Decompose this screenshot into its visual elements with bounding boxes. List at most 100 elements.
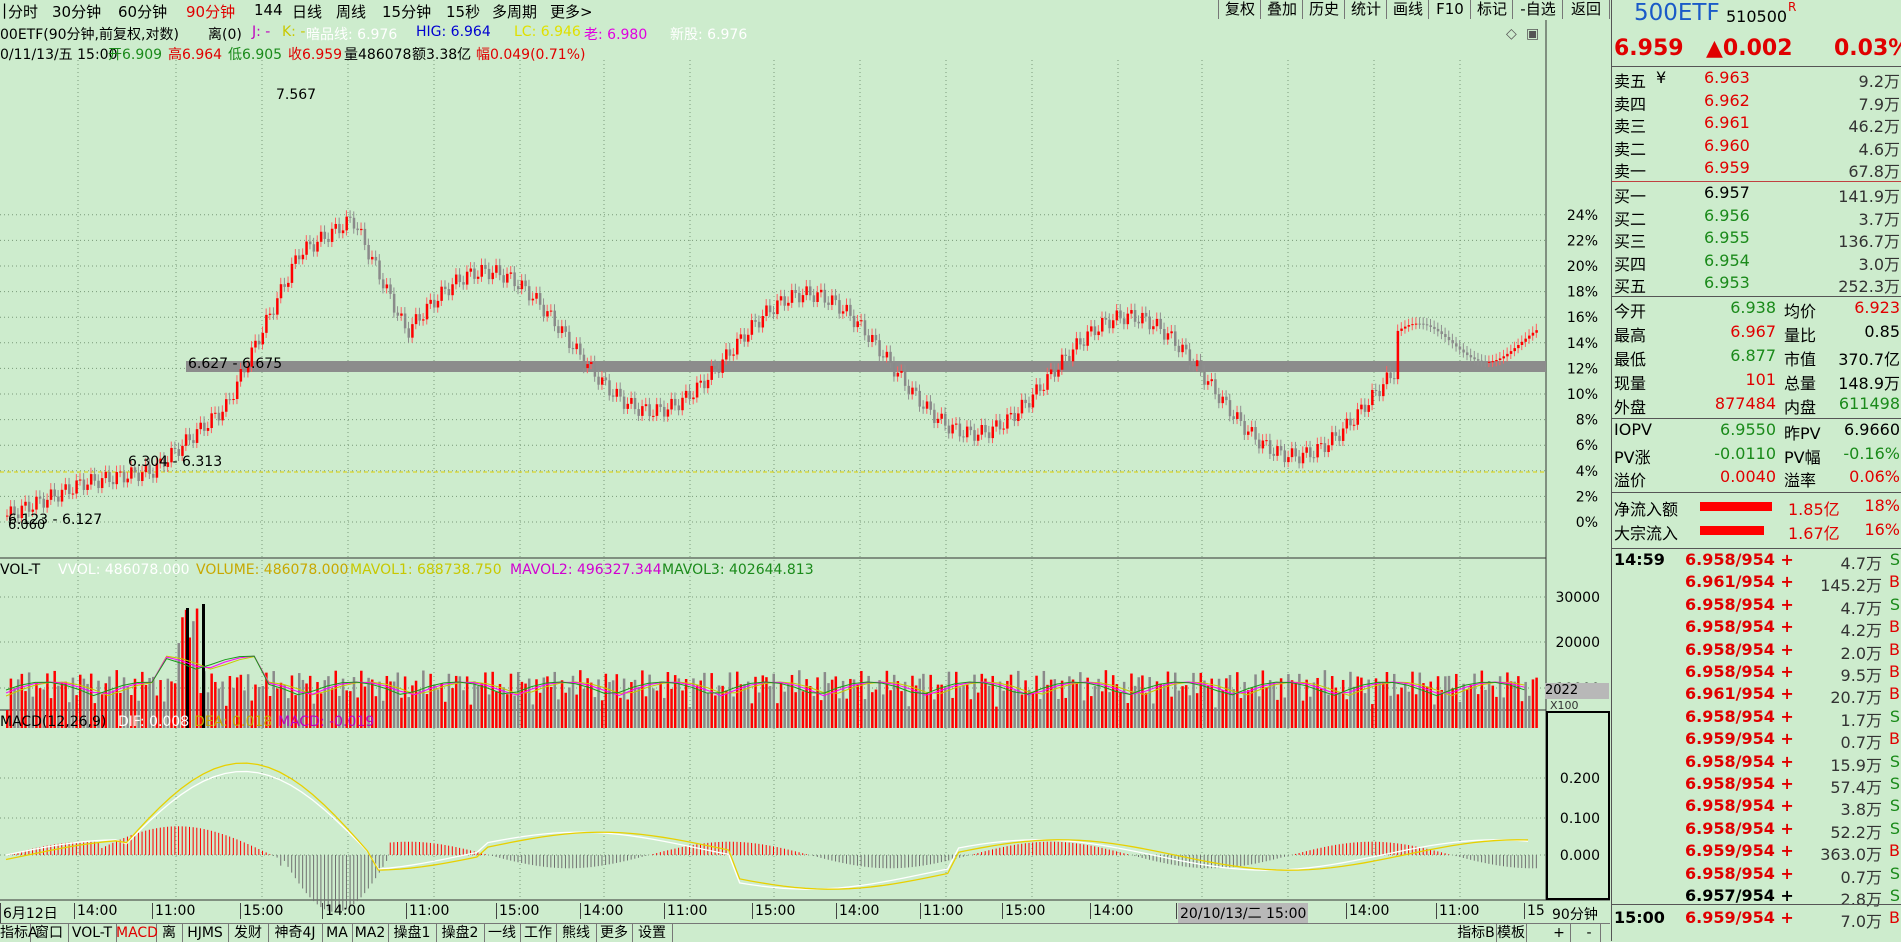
volume-bar	[1006, 680, 1009, 728]
restore-rights-button[interactable]: 复权	[1218, 0, 1261, 19]
indicator-tab[interactable]: 一线	[484, 924, 521, 942]
period-tab-multi[interactable]: 多周期	[492, 1, 537, 22]
indicator-tab[interactable]: 工作	[520, 924, 557, 942]
period-tab-144[interactable]: 144	[254, 1, 283, 19]
template-tab[interactable]: -	[1578, 924, 1601, 942]
volume-bar	[1221, 690, 1224, 728]
kline-body	[1217, 394, 1221, 404]
kline-body	[1294, 448, 1297, 457]
iopv-row: 溢价 0.0040 溢率 0.06%	[1612, 467, 1901, 490]
kline-body	[695, 382, 699, 398]
statistics-button[interactable]: 统计	[1344, 0, 1387, 19]
kline-body	[809, 286, 812, 296]
indicator-tab[interactable]: 操盘1	[388, 924, 437, 942]
template-tab[interactable]: 指标B	[1456, 924, 1497, 942]
back-button[interactable]: 返回	[1562, 0, 1610, 19]
kline-body	[71, 493, 75, 495]
overlay-button[interactable]: 叠加	[1260, 0, 1303, 19]
kline-body	[1498, 358, 1502, 361]
volume-bar	[615, 674, 619, 728]
f10-button[interactable]: F10	[1428, 0, 1471, 19]
volume-bar	[111, 690, 115, 728]
kline-body	[896, 372, 900, 377]
indicator-tab[interactable]: MA	[322, 924, 353, 942]
kline-body	[312, 244, 316, 252]
kline-body	[108, 471, 111, 482]
kline-body	[327, 238, 330, 242]
indicator-tab[interactable]: 指标A	[0, 924, 38, 942]
kline-body	[283, 284, 286, 287]
ask-row: 卖一 6.959 67.8万	[1612, 158, 1901, 181]
period-tab-more[interactable]: 更多>	[550, 1, 593, 22]
tick-side: B	[1889, 729, 1900, 749]
kline-body	[1389, 372, 1392, 379]
period-tab-1min[interactable]: |	[2, 1, 7, 19]
chart-area[interactable]: 00ETF(90分钟,前复权,对数) 离(0) J: - K: - 暗品线: 6…	[0, 20, 1610, 923]
volume-bar	[838, 698, 841, 728]
indicator-tab[interactable]: 熊线	[556, 924, 597, 942]
tick-volume: 363.0万	[1820, 845, 1882, 865]
period-tab-15min[interactable]: 15分钟	[382, 1, 431, 22]
indicator-tab[interactable]: HJMS	[182, 924, 229, 942]
volume-bar	[1305, 679, 1308, 728]
kline-body	[1038, 384, 1042, 391]
indicator-tab[interactable]: 离	[156, 924, 183, 942]
indicator-tab[interactable]: 设置	[632, 924, 673, 942]
kline-body	[783, 296, 786, 306]
volume-bar	[549, 686, 553, 728]
mark-button[interactable]: 标记	[1470, 0, 1513, 19]
tick-volume: 4.7万	[1840, 554, 1882, 573]
volume-bar	[1028, 689, 1031, 728]
indicator-tab[interactable]: MA2	[352, 924, 389, 942]
kline-body	[82, 479, 86, 490]
period-tab-intraday[interactable]: 分时	[8, 1, 38, 22]
history-button[interactable]: 历史	[1302, 0, 1345, 19]
stat-label: 外盘	[1614, 398, 1647, 417]
volume-bar	[429, 673, 432, 728]
kline-body	[1535, 330, 1538, 333]
indicator-tab[interactable]: 操盘2	[436, 924, 485, 942]
period-tab-60min[interactable]: 60分钟	[118, 1, 167, 22]
volume-bar	[925, 692, 929, 728]
kline-body	[655, 404, 659, 416]
period-tab-daily[interactable]: 日线	[292, 1, 322, 22]
volume-bar	[582, 688, 586, 728]
indicator-tab[interactable]: 更多	[596, 924, 633, 942]
kline-body	[871, 334, 874, 343]
kline-body	[1028, 403, 1031, 408]
kline-body	[447, 289, 451, 296]
bid-volume: 252.3万	[1838, 277, 1900, 296]
bid-row: 买二 6.956 3.7万	[1612, 206, 1901, 229]
ask-row: 卖五 6.963 9.2万 ¥	[1612, 68, 1901, 91]
volume-bar	[1535, 677, 1538, 728]
stat-value: 148.9万	[1838, 374, 1900, 393]
volume-bar	[568, 687, 571, 728]
kline-body	[841, 311, 845, 314]
indicator-tab[interactable]: 发财	[228, 924, 269, 942]
kline-body	[1272, 453, 1276, 456]
template-tab[interactable]: +	[1548, 924, 1571, 942]
indicator-tab[interactable]: VOL-T	[68, 924, 117, 942]
stat-row: 今开 6.938 均价 6.923	[1612, 298, 1901, 321]
pct-tick-label: 24%	[1567, 208, 1598, 224]
indicator-tab[interactable]: MACD	[116, 924, 158, 942]
draw-line-button[interactable]: 画线	[1386, 0, 1429, 19]
volume-bar	[1367, 679, 1370, 728]
kline-body	[392, 293, 396, 313]
kline-body	[1418, 323, 1422, 325]
template-tab[interactable]: 模板	[1496, 924, 1527, 942]
kline-body	[411, 324, 414, 338]
volume-bar	[1455, 673, 1458, 728]
period-tab-30min[interactable]: 30分钟	[52, 1, 101, 22]
indicator-tab[interactable]: 神奇4J	[268, 924, 323, 942]
period-tab-weekly[interactable]: 周线	[336, 1, 366, 22]
indicator-tab[interactable]: 窗口	[30, 924, 69, 942]
period-tab-90min[interactable]: 90分钟	[186, 1, 235, 22]
volume-bar	[706, 693, 710, 728]
ask-price: 6.960	[1704, 135, 1750, 155]
volume-bar	[830, 679, 834, 728]
period-tab-15sec[interactable]: 15秒	[446, 1, 480, 22]
watchlist-button[interactable]: -自选	[1512, 0, 1563, 19]
kline-body	[1363, 404, 1367, 412]
volume-bar	[1491, 685, 1495, 728]
